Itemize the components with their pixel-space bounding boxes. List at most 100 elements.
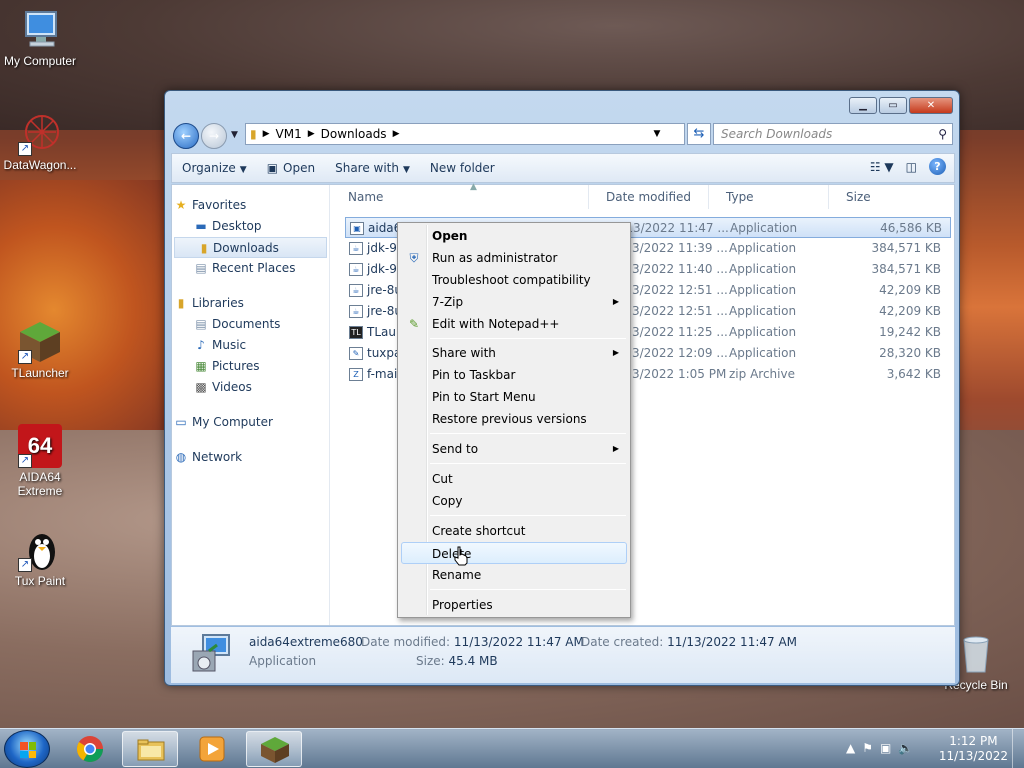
nav-documents[interactable]: ▤ Documents — [172, 314, 329, 335]
new-folder-button[interactable]: New folder — [420, 154, 505, 182]
network-icon[interactable]: ▣ — [880, 741, 891, 755]
java-installer-icon: ☕ — [349, 305, 363, 318]
menu-item-restore-previous[interactable]: Restore previous versions — [401, 408, 627, 430]
navigation-bar: ← → ▼ ▮ ▶ VM1 ▶ Downloads ▶ ▼ ⇆ Search D… — [173, 121, 953, 149]
desktop-icon-label: AIDA64 — [19, 470, 61, 484]
taskbar-chrome[interactable] — [62, 731, 118, 767]
desktop-icon-my-computer[interactable]: My Computer — [0, 8, 80, 68]
nav-recent-places[interactable]: ▤ Recent Places — [172, 258, 329, 279]
action-center-icon[interactable]: ⚑ — [862, 741, 873, 755]
column-header-name[interactable]: Name — [331, 185, 589, 209]
view-options-icon[interactable]: ☷ ▼ — [870, 160, 894, 174]
desktop-icon-tux-paint[interactable]: ↗ Tux Paint — [0, 528, 80, 588]
shortcut-arrow-icon: ↗ — [18, 350, 32, 364]
address-dropdown-icon[interactable]: ▼ — [650, 124, 664, 144]
forward-button[interactable]: → — [201, 123, 227, 149]
refresh-button[interactable]: ⇆ — [687, 123, 711, 145]
menu-item-pin-start-menu[interactable]: Pin to Start Menu — [401, 386, 627, 408]
menu-item-troubleshoot[interactable]: Troubleshoot compatibility — [401, 269, 627, 291]
minimize-button[interactable]: ▁ — [849, 97, 877, 114]
star-icon: ★ — [175, 198, 187, 212]
menu-item-edit-notepad[interactable]: ✎ Edit with Notepad++ — [401, 313, 627, 335]
menu-item-copy[interactable]: Copy — [401, 490, 627, 512]
clock[interactable]: 1:12 PM 11/13/2022 — [939, 734, 1008, 764]
recycle-bin-icon — [959, 632, 993, 676]
breadcrumb-arrow-icon[interactable]: ▶ — [391, 129, 402, 139]
back-button[interactable]: ← — [173, 123, 199, 149]
java-installer-icon: ☕ — [349, 263, 363, 276]
recent-places-icon: ▤ — [195, 261, 207, 275]
breadcrumb-arrow-icon[interactable]: ▶ — [306, 129, 317, 139]
menu-item-pin-taskbar[interactable]: Pin to Taskbar — [401, 364, 627, 386]
menu-item-send-to[interactable]: Send to ▶ — [401, 438, 627, 460]
help-icon[interactable]: ? — [929, 158, 946, 175]
tlauncher-file-icon: TL — [349, 326, 363, 339]
breadcrumb-arrow-icon[interactable]: ▶ — [261, 129, 272, 139]
desktop-icon-label: Extreme — [17, 484, 63, 498]
system-tray: ▲ ⚑ ▣ 🔈 1:12 PM 11/13/2022 — [834, 729, 1024, 768]
menu-item-cut[interactable]: Cut — [401, 468, 627, 490]
search-input[interactable]: Search Downloads ⚲ — [713, 123, 953, 145]
nav-downloads[interactable]: ▮ Downloads — [174, 237, 327, 258]
search-icon[interactable]: ⚲ — [938, 124, 947, 144]
details-size: Size: 45.4 MB — [416, 654, 498, 668]
preview-pane-icon[interactable]: ◫ — [906, 160, 917, 174]
chrome-icon — [76, 736, 104, 763]
breadcrumb-vm1[interactable]: VM1 — [272, 127, 306, 141]
desktop-icon-label: My Computer — [3, 54, 77, 68]
tlauncher-icon: ↗ — [18, 320, 62, 364]
start-button[interactable] — [4, 730, 50, 768]
nav-libraries[interactable]: ▮ Libraries — [172, 293, 329, 314]
windows-logo-icon — [20, 742, 36, 758]
organize-button[interactable]: Organize ▼ — [172, 154, 257, 182]
menu-separator — [430, 463, 626, 464]
nav-pictures[interactable]: ▦ Pictures — [172, 356, 329, 377]
sort-ascending-icon: ▲ — [470, 182, 477, 192]
details-pane: aida64extreme680 Application Date modifi… — [171, 627, 955, 683]
desktop-icon: ▬ — [195, 219, 207, 233]
address-bar[interactable]: ▮ ▶ VM1 ▶ Downloads ▶ ▼ — [245, 123, 685, 145]
menu-item-open[interactable]: Open — [401, 225, 627, 247]
share-with-button[interactable]: Share with ▼ — [325, 154, 420, 182]
desktop-icon-datawagon[interactable]: ↗ DataWagon... — [0, 112, 80, 172]
nav-my-computer[interactable]: ▭ My Computer — [172, 412, 329, 433]
column-header-size[interactable]: Size — [829, 185, 939, 209]
menu-item-share-with[interactable]: Share with ▶ — [401, 342, 627, 364]
menu-separator — [430, 338, 626, 339]
column-header-type[interactable]: Type — [709, 185, 829, 209]
desktop-icon-label: TLauncher — [11, 366, 69, 380]
nav-favorites[interactable]: ★ Favorites — [172, 195, 329, 216]
taskbar-tlauncher[interactable] — [246, 731, 302, 767]
taskbar-media-player[interactable] — [184, 731, 240, 767]
menu-item-delete[interactable]: Delete — [401, 542, 627, 564]
java-installer-icon: ☕ — [349, 242, 363, 255]
menu-item-rename[interactable]: Rename — [401, 564, 627, 586]
nav-music[interactable]: ♪ Music — [172, 335, 329, 356]
maximize-button[interactable]: ▭ — [879, 97, 907, 114]
menu-item-properties[interactable]: Properties — [401, 594, 627, 616]
taskbar-explorer[interactable] — [122, 731, 178, 767]
column-header-date[interactable]: Date modified — [589, 185, 709, 209]
nav-desktop[interactable]: ▬ Desktop — [172, 216, 329, 237]
installer-large-icon — [189, 633, 233, 675]
volume-icon[interactable]: 🔈 — [898, 741, 913, 755]
taskbar: ▲ ⚑ ▣ 🔈 1:12 PM 11/13/2022 — [0, 728, 1024, 768]
nav-network[interactable]: ◍ Network — [172, 447, 329, 468]
desktop-icon-tlauncher[interactable]: ↗ TLauncher — [0, 320, 80, 380]
breadcrumb-downloads[interactable]: Downloads — [317, 127, 391, 141]
clock-time: 1:12 PM — [949, 734, 998, 748]
shortcut-arrow-icon: ↗ — [18, 454, 32, 468]
open-button[interactable]: ▣ Open — [257, 154, 325, 182]
show-hidden-icons-icon[interactable]: ▲ — [846, 741, 855, 755]
close-button[interactable]: ✕ — [909, 97, 953, 114]
nav-videos[interactable]: ▩ Videos — [172, 377, 329, 398]
details-file-type: Application — [249, 654, 317, 668]
details-date-created: Date created: 11/13/2022 11:47 AM — [581, 635, 798, 649]
chevron-down-icon: ▼ — [239, 165, 247, 175]
desktop-icon-aida64[interactable]: 64 ↗ AIDA64 Extreme — [0, 424, 80, 498]
show-desktop-button[interactable] — [1012, 729, 1024, 768]
menu-item-7zip[interactable]: 7-Zip ▶ — [401, 291, 627, 313]
menu-item-create-shortcut[interactable]: Create shortcut — [401, 520, 627, 542]
history-dropdown-icon[interactable]: ▼ — [231, 130, 238, 140]
menu-item-run-as-administrator[interactable]: ⛨ Run as administrator — [401, 247, 627, 269]
